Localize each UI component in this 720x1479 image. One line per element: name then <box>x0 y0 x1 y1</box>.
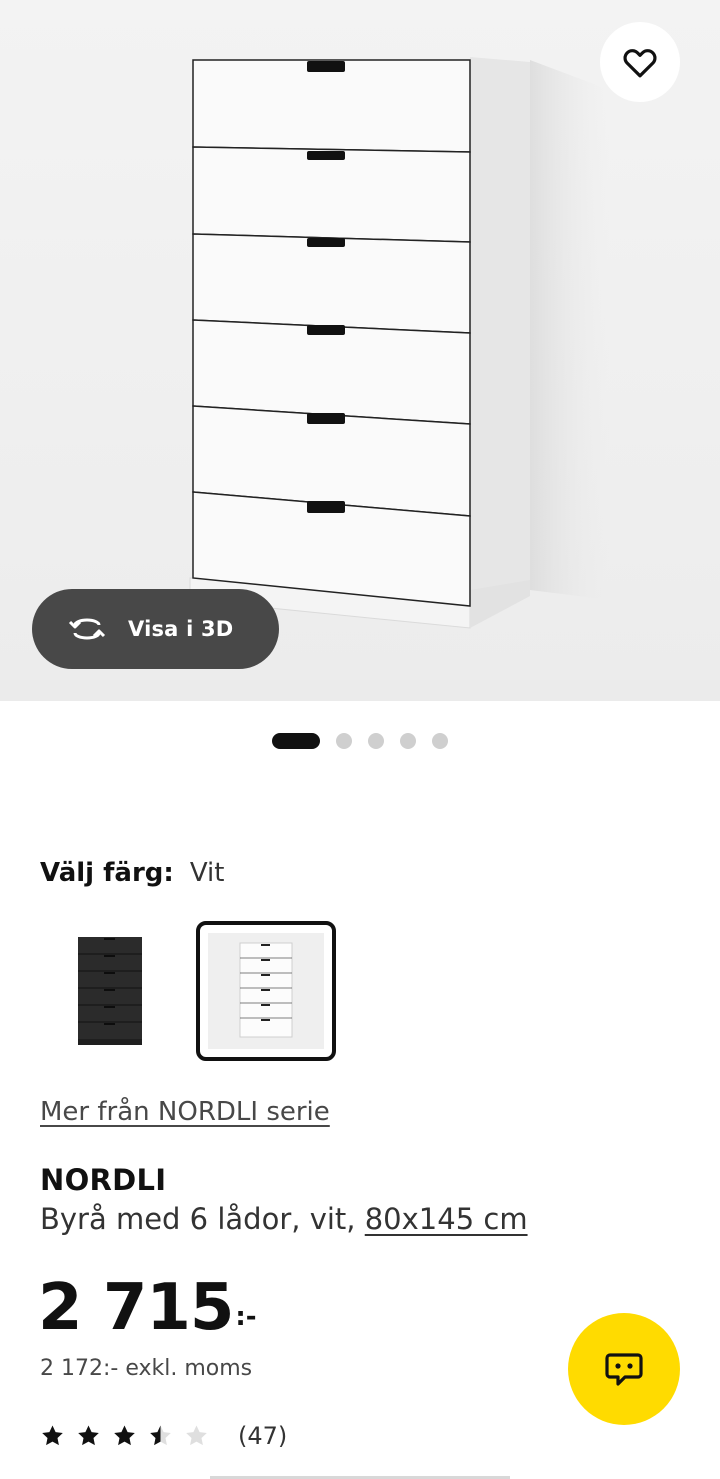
series-link[interactable]: Mer från NORDLI serie <box>40 1097 330 1127</box>
color-option-black[interactable] <box>40 921 180 1061</box>
rating-stars <box>40 1424 220 1448</box>
star-full-icon <box>42 1425 63 1446</box>
black-dresser-thumbnail <box>78 937 142 1045</box>
carousel-dot[interactable] <box>400 733 416 749</box>
color-label: Välj färg: <box>40 858 174 888</box>
white-dresser-thumbnail <box>239 942 293 1038</box>
product-image-carousel[interactable]: Visa i 3D <box>0 0 720 701</box>
view-in-3d-label: Visa i 3D <box>128 617 234 641</box>
product-size-link[interactable]: 80x145 cm <box>365 1202 528 1236</box>
carousel-indicator <box>272 733 448 749</box>
rating-count: (47) <box>238 1422 288 1450</box>
price-excl-vat: 2 172:- exkl. moms <box>40 1356 253 1381</box>
carousel-dot[interactable] <box>336 733 352 749</box>
selected-color-value: Vit <box>189 858 225 888</box>
view-in-3d-button[interactable]: Visa i 3D <box>32 589 279 669</box>
carousel-dot-active[interactable] <box>272 733 320 749</box>
star-half-icon <box>150 1425 171 1446</box>
product-description: Byrå med 6 lådor, vit, 80x145 cm <box>40 1202 528 1236</box>
chat-bubble-icon <box>605 1353 643 1386</box>
chat-button[interactable] <box>568 1313 680 1425</box>
favorite-button[interactable] <box>600 22 680 102</box>
rating[interactable]: (47) <box>40 1418 287 1454</box>
rotate-3d-icon <box>68 618 106 640</box>
star-full-icon <box>114 1425 135 1446</box>
product-description-text: Byrå med 6 lådor, vit, <box>40 1202 356 1236</box>
product-price: 2 715 :- <box>38 1268 257 1348</box>
star-full-icon <box>78 1425 99 1446</box>
carousel-dot[interactable] <box>368 733 384 749</box>
color-selector-heading: Välj färg: Vit <box>40 858 224 888</box>
carousel-dot[interactable] <box>432 733 448 749</box>
star-empty-icon <box>186 1425 207 1446</box>
price-suffix: :- <box>235 1302 257 1332</box>
heart-outline-icon <box>623 49 657 78</box>
color-option-white[interactable] <box>196 921 336 1061</box>
price-main: 2 715 <box>38 1271 234 1345</box>
product-name: NORDLI <box>40 1163 167 1197</box>
